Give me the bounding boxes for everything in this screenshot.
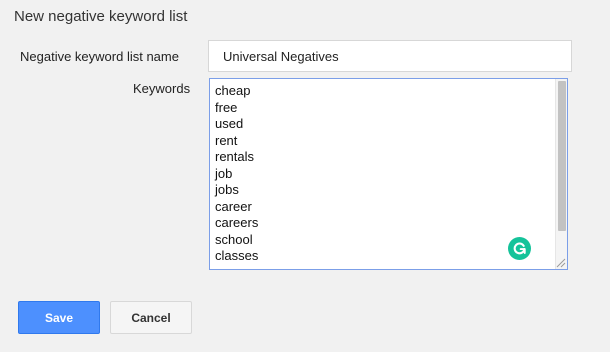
keyword-line: jobs	[215, 182, 239, 197]
keywords-scrollbar[interactable]	[555, 79, 567, 269]
keyword-line: used	[215, 116, 244, 131]
resize-handle-icon[interactable]	[555, 257, 566, 268]
grammarly-icon[interactable]	[508, 237, 531, 260]
keyword-line: career	[215, 198, 252, 214]
refresh-icon	[513, 242, 526, 255]
keyword-line: rent	[215, 132, 238, 148]
save-button[interactable]: Save	[18, 301, 100, 334]
keyword-line: cheap	[215, 83, 251, 98]
scrollbar-thumb[interactable]	[558, 81, 566, 231]
list-name-input[interactable]	[208, 40, 572, 72]
dialog-title: New negative keyword list	[14, 8, 188, 25]
keyword-line: free	[215, 99, 238, 115]
keyword-line: rentals	[215, 149, 255, 164]
keywords-list: cheap free used rent rentals job jobs career car…	[210, 79, 567, 265]
keyword-line: job	[215, 165, 233, 181]
list-name-label: Negative keyword list name	[20, 49, 179, 64]
keywords-label: Keywords	[133, 81, 191, 96]
cancel-button[interactable]: Cancel	[110, 301, 192, 334]
keyword-line: careers	[215, 215, 259, 230]
